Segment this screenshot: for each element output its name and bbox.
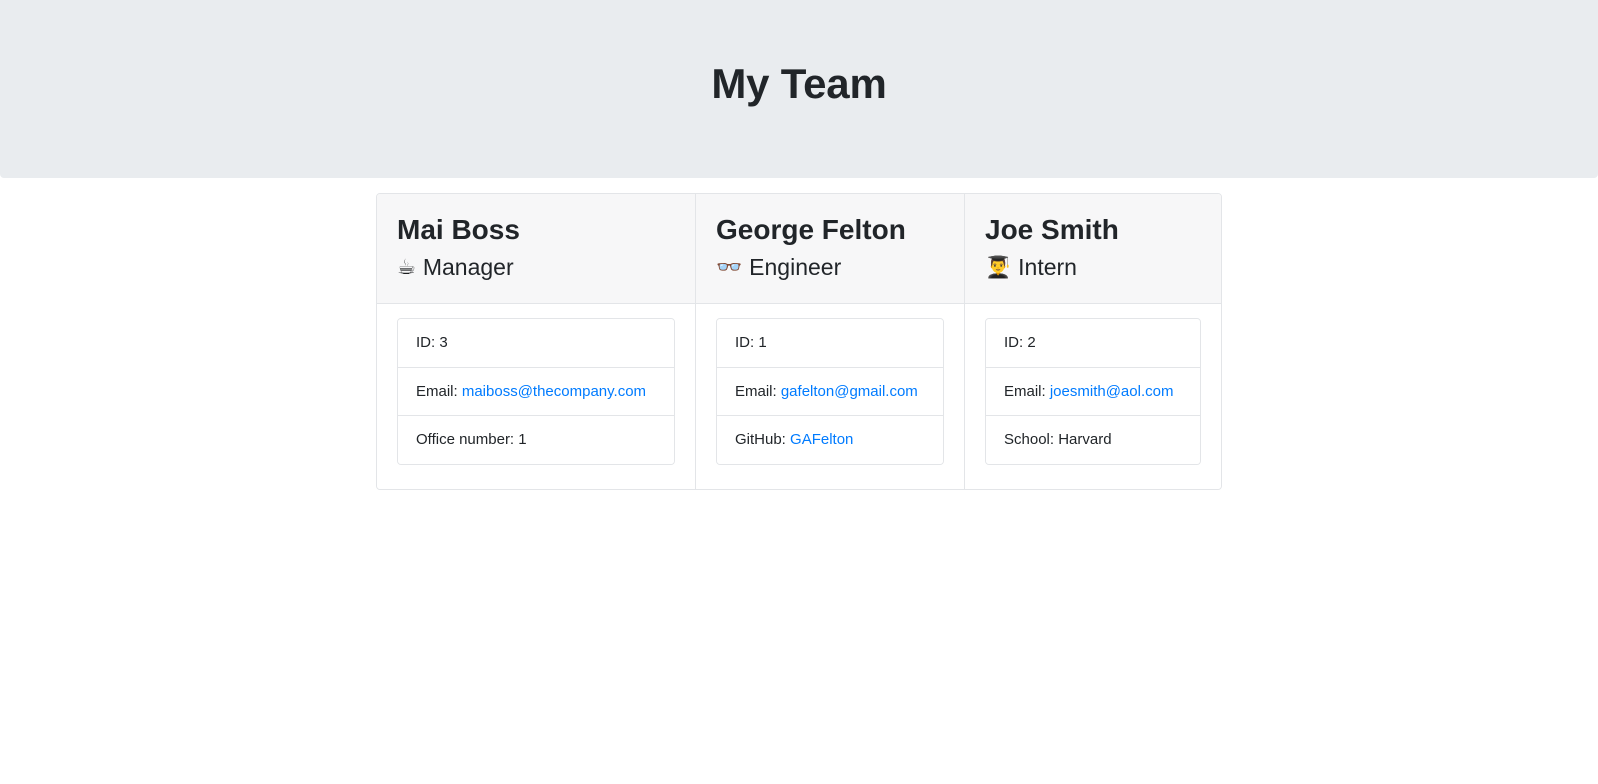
email-link[interactable]: joesmith@aol.com bbox=[1050, 383, 1174, 400]
card-body: ID: 1 Email: gafelton@gmail.com GitHub: … bbox=[696, 304, 964, 489]
team-member-card: George Felton 👓 Engineer ID: 1 Email: ga… bbox=[696, 194, 965, 490]
member-role: ☕ Manager bbox=[397, 253, 675, 283]
detail-label: Email: bbox=[735, 382, 781, 400]
detail-value: 1 bbox=[518, 431, 527, 449]
member-role-label: Intern bbox=[1018, 254, 1077, 280]
member-detail-list: ID: 1 Email: gafelton@gmail.com GitHub: … bbox=[716, 317, 944, 466]
list-item: School: Harvard bbox=[986, 416, 1200, 465]
graduate-student-icon: 👨‍🎓 bbox=[985, 255, 1012, 280]
detail-label: ID: bbox=[735, 333, 759, 351]
list-item: GitHub: GAFelton bbox=[717, 416, 943, 465]
member-role-label: Engineer bbox=[749, 254, 842, 280]
detail-label: Email: bbox=[416, 382, 462, 400]
detail-label: Email: bbox=[1004, 382, 1050, 400]
list-item: ID: 1 bbox=[717, 318, 943, 368]
detail-value: Harvard bbox=[1058, 431, 1112, 449]
card-header: George Felton 👓 Engineer bbox=[696, 194, 964, 304]
detail-value: 2 bbox=[1027, 333, 1036, 351]
list-item: Email: joesmith@aol.com bbox=[986, 367, 1200, 417]
page-title: My Team bbox=[711, 59, 887, 107]
list-item: Email: gafelton@gmail.com bbox=[717, 367, 943, 417]
member-name: George Felton bbox=[716, 214, 906, 245]
member-name: Joe Smith bbox=[985, 214, 1119, 245]
detail-label: School: bbox=[1004, 431, 1059, 449]
member-role: 👨‍🎓 Intern bbox=[985, 253, 1201, 283]
page-body: Mai Boss ☕ Manager ID: 3 Email: maiboss@… bbox=[0, 178, 1598, 491]
email-link[interactable]: gafelton@gmail.com bbox=[781, 383, 918, 400]
list-item: ID: 3 bbox=[398, 318, 674, 368]
card-body: ID: 3 Email: maiboss@thecompany.com Offi… bbox=[377, 304, 695, 489]
email-link[interactable]: maiboss@thecompany.com bbox=[462, 383, 646, 400]
card-header: Joe Smith 👨‍🎓 Intern bbox=[965, 194, 1221, 304]
member-role-label: Manager bbox=[422, 254, 514, 280]
card-body: ID: 2 Email: joesmith@aol.com School: Ha… bbox=[965, 304, 1221, 489]
detail-label: ID: bbox=[1004, 333, 1028, 351]
member-name: Mai Boss bbox=[397, 214, 520, 245]
member-role: 👓 Engineer bbox=[716, 253, 944, 283]
team-card-group: Mai Boss ☕ Manager ID: 3 Email: maiboss@… bbox=[376, 193, 1222, 491]
detail-label: GitHub: bbox=[735, 431, 791, 449]
card-header: Mai Boss ☕ Manager bbox=[377, 194, 695, 304]
page-jumbotron: My Team bbox=[0, 0, 1598, 178]
list-item: Email: maiboss@thecompany.com bbox=[398, 367, 674, 417]
team-member-card: Mai Boss ☕ Manager ID: 3 Email: maiboss@… bbox=[377, 194, 696, 490]
detail-value: 3 bbox=[439, 333, 448, 351]
detail-label: Office number: bbox=[416, 431, 519, 449]
team-member-card: Joe Smith 👨‍🎓 Intern ID: 2 Email: joesmi… bbox=[965, 194, 1221, 490]
list-item: Office number: 1 bbox=[398, 416, 674, 465]
coffee-cup-icon: ☕ bbox=[397, 255, 416, 280]
github-link[interactable]: GAFelton bbox=[790, 431, 853, 448]
list-item: ID: 2 bbox=[986, 318, 1200, 368]
detail-value: 1 bbox=[758, 333, 767, 351]
detail-label: ID: bbox=[416, 333, 440, 351]
member-detail-list: ID: 2 Email: joesmith@aol.com School: Ha… bbox=[985, 317, 1201, 466]
member-detail-list: ID: 3 Email: maiboss@thecompany.com Offi… bbox=[397, 317, 675, 466]
eyeglasses-icon: 👓 bbox=[716, 255, 743, 280]
